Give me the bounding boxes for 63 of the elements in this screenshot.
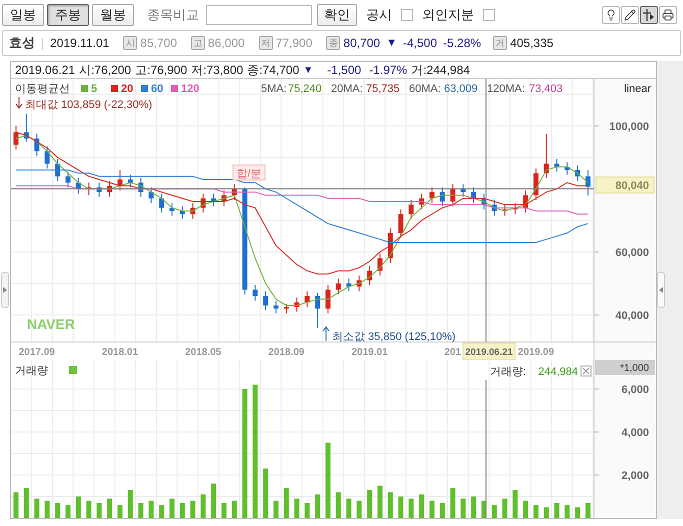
- unit-label: *1,000: [620, 363, 649, 374]
- change-percent: -5.28%: [443, 35, 482, 52]
- legend-title: 이동평균선: [15, 83, 70, 95]
- ma-label: 5MA:: [261, 83, 287, 95]
- toggle-label: 공시: [366, 6, 392, 24]
- compare-label: 종목비교: [147, 6, 199, 24]
- quote-value: 86,000: [208, 35, 245, 52]
- y-axis-label: 100,000: [609, 120, 649, 133]
- header-volume: 거:244,984: [411, 62, 470, 79]
- ma-label: 120MA:: [487, 83, 525, 95]
- header-field: 시:76,200: [79, 61, 132, 79]
- y-axis-label: 4,000: [621, 427, 649, 440]
- min-annotation: 최소값 35,850 (125,10%): [332, 331, 456, 343]
- header-date: 2019.06.21: [15, 62, 76, 79]
- legend-label: 60: [151, 83, 164, 95]
- ma-label: 60MA:: [409, 83, 441, 95]
- quote-badge: 고: [191, 36, 205, 50]
- change-percent: -1.97%: [369, 62, 408, 79]
- stock-name: 효성: [9, 34, 35, 52]
- header-field: 고:76,900: [135, 61, 188, 79]
- logo: NAVER: [27, 316, 75, 332]
- quote-badge: 저: [258, 36, 273, 50]
- header-field: 종:74,700: [247, 61, 300, 79]
- legend-label: 5: [91, 83, 98, 95]
- ma-value: 75,735: [366, 83, 400, 95]
- toggle-label: 외인지분: [422, 6, 474, 24]
- x-axis-label: 2018.09: [268, 347, 304, 358]
- ma-label: 20MA:: [331, 83, 363, 95]
- volume-value: 405,335: [510, 35, 554, 52]
- change-arrow: ▼: [386, 36, 397, 51]
- quote-value: 77,900: [276, 35, 312, 52]
- change-arrow: ▼: [303, 64, 314, 78]
- ma-value: 63,009: [444, 83, 478, 95]
- quote-badge: 종: [326, 36, 340, 50]
- x-axis-label: 2018.05: [185, 347, 222, 358]
- scale-label: linear: [624, 83, 651, 95]
- quote-badge: 시: [123, 36, 138, 50]
- x-axis-label: 2017.09: [18, 347, 55, 358]
- max-annotation: 최대값 103,859 (-22,30%): [25, 99, 152, 111]
- change-value: -1,500: [327, 62, 362, 79]
- quote-value: 80,700: [343, 35, 380, 52]
- quote-date: 2019.11.01: [50, 35, 110, 52]
- y-axis-label: 40,000: [615, 310, 649, 322]
- x-axis-label: 2018.01: [102, 347, 138, 358]
- chart-panel: 2019.06.21 시:76,200 고:76,900 저:73,800 종:74,700 ▼ -1,500 -1.97% 거:244,984 이동평균선 5 20 60 120 5MA:75,240 20MA: 75,735 60MA: 63,009 120MA: 73,403 linear 100,000 60,000 40,000 2017.09 2018.01 2018.05 2018.09 2019.01 201 2019.09 최대값 103,859 (-22,30%) 최소값 35,850 (125,10%) 합/분 NAVER 80,040 2019.06.21 거래량 거래량: 244,984 *1,000 2,000 4,000 6,000: [10, 61, 657, 519]
- separator: |: [41, 35, 44, 52]
- legend-label: 20: [121, 83, 134, 95]
- header-field: 저:73,800: [191, 61, 244, 79]
- ma-value: 73,403: [529, 83, 563, 95]
- y-axis-label: 6,000: [621, 384, 649, 396]
- volume-reading-label: 거래량:: [490, 366, 526, 378]
- x-axis-label: 201: [444, 347, 462, 358]
- change-value: -4,500: [403, 35, 438, 52]
- ma-value: 75,240: [288, 83, 322, 95]
- volume-title: 거래량: [15, 365, 48, 377]
- volume-reading: 244,984: [538, 366, 578, 378]
- legend-label: 120: [181, 83, 200, 95]
- x-axis-label: 2019.01: [352, 347, 388, 358]
- quote-badge: 거: [493, 36, 508, 50]
- quote-value: 85,700: [140, 35, 177, 52]
- y-axis-label: 60,000: [615, 246, 649, 259]
- x-axis-label: 2019.09: [518, 347, 554, 358]
- y-axis-label: 2,000: [621, 470, 649, 482]
